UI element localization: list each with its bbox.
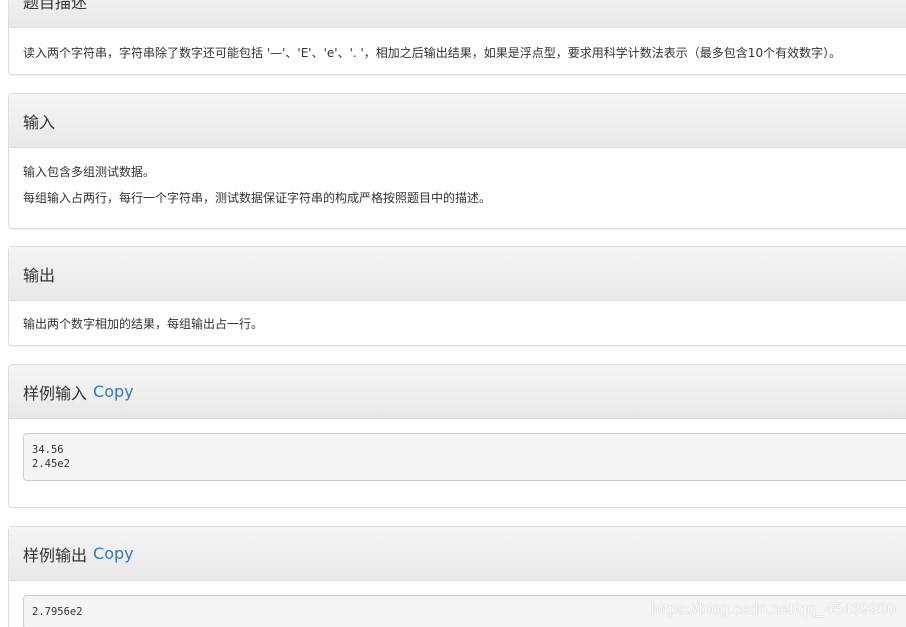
problem-page: 题目描述 读入两个字符串，字符串除了数字还可能包括 '—'、'E'、'e'、'.… [0,0,906,627]
input-panel: 输入 输入包含多组测试数据。 每组输入占两行，每行一个字符串，测试数据保证字符串… [8,93,906,229]
input-heading: 输入 [9,94,906,148]
watermark-text: https://blog.csdn.net/qq_45439980 [650,601,896,618]
sample-output-copy-link[interactable]: Copy [93,544,134,563]
description-heading: 题目描述 [9,0,906,28]
description-text: 读入两个字符串，字符串除了数字还可能包括 '—'、'E'、'e'、'. '，相加… [23,46,842,60]
sample-input-line-1: 34.56 [32,444,64,456]
sample-input-body: 34.56 2.45e2 [9,419,906,481]
sample-input-panel: 样例输入 Copy 34.56 2.45e2 [8,364,906,508]
sample-input-heading: 样例输入 Copy [9,365,906,419]
output-text: 输出两个数字相加的结果，每组输出占一行。 [23,317,264,331]
description-panel: 题目描述 读入两个字符串，字符串除了数字还可能包括 '—'、'E'、'e'、'.… [8,0,906,75]
sample-input-title: 样例输入 [23,383,88,403]
input-title: 输入 [23,112,56,132]
input-line-1: 输入包含多组测试数据。 [23,165,156,179]
sample-input-code: 34.56 2.45e2 [23,433,906,481]
description-title: 题目描述 [23,0,88,12]
sample-output-title: 样例输出 [23,545,88,565]
input-body: 输入包含多组测试数据。 每组输入占两行，每行一个字符串，测试数据保证字符串的构成… [9,148,906,211]
output-heading: 输出 [9,247,906,301]
output-title: 输出 [23,265,56,285]
output-panel: 输出 输出两个数字相加的结果，每组输出占一行。 [8,246,906,346]
output-body: 输出两个数字相加的结果，每组输出占一行。 [9,301,906,332]
sample-input-line-2: 2.45e2 [32,458,70,470]
sample-input-copy-link[interactable]: Copy [93,382,134,401]
input-line-2: 每组输入占两行，每行一个字符串，测试数据保证字符串的构成严格按照题目中的描述。 [23,191,492,205]
description-body: 读入两个字符串，字符串除了数字还可能包括 '—'、'E'、'e'、'. '，相加… [9,28,906,61]
sample-output-heading: 样例输出 Copy [9,527,906,581]
